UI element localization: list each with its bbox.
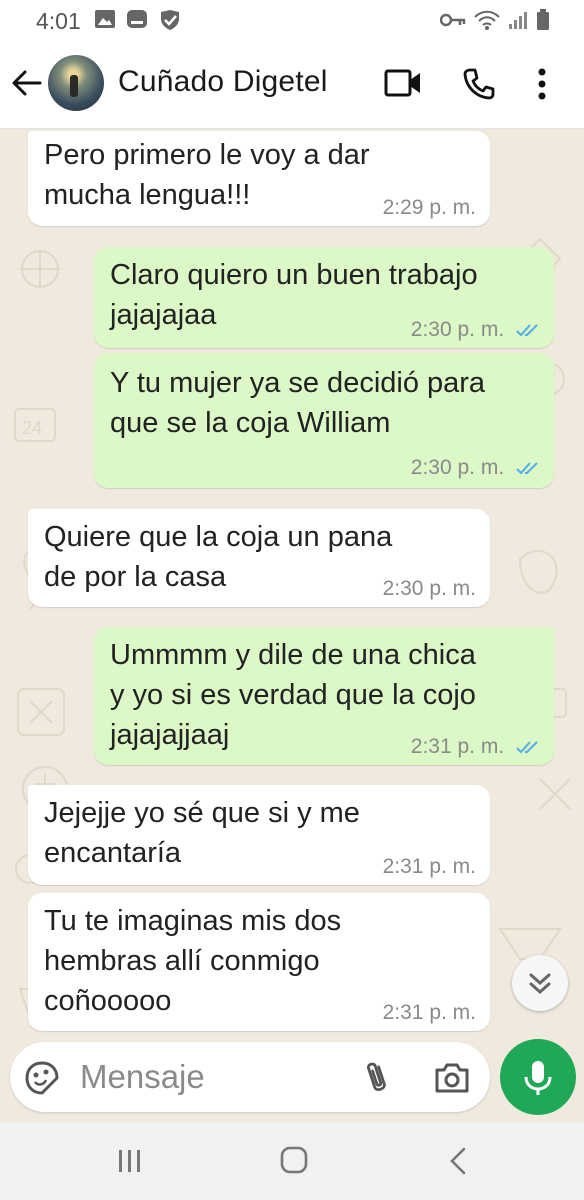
more-icon[interactable] [537,68,547,100]
message-time: 2:29 p. m. [382,196,476,219]
message-text: Quiere que la coja un pana de por la cas… [44,521,393,593]
video-call-icon[interactable] [384,68,422,98]
message-text: Jejejje yo sé que si y me encantaría [44,797,360,869]
read-ticks-icon [516,741,538,754]
message-time: 2:31 p. m. [382,855,476,878]
nav-back-icon[interactable] [446,1147,470,1175]
signal-icon [509,12,527,29]
chat-area[interactable]: 24 Pero primero le voy a dar mucha lengu… [0,129,584,1045]
system-navigation-bar [0,1122,584,1200]
message-text: Pero primero le voy a dar mucha lengua!!… [44,139,370,211]
home-icon[interactable] [280,1146,308,1174]
key-icon [440,13,466,27]
message-bubble-outgoing[interactable]: Claro quiero un buen trabajo jajajajaa 2… [94,247,554,348]
contact-name[interactable]: Cuñado Digetel [118,65,328,99]
chat-header: Cuñado Digetel [0,40,584,129]
message-bubble-incoming[interactable]: Pero primero le voy a dar mucha lengua!!… [28,131,490,226]
status-bar: 4:01 [0,0,584,40]
message-meta: 2:30 p. m. [411,456,542,480]
message-input[interactable]: Mensaje [80,1058,205,1096]
microphone-button[interactable] [500,1039,576,1115]
check-shield-icon [161,10,179,30]
status-time: 4:01 [36,8,81,34]
message-time: 2:30 p. m. [410,456,505,479]
read-ticks-icon [516,324,538,337]
attach-icon[interactable] [362,1060,392,1096]
gallery-icon [95,10,115,28]
phone-icon[interactable] [462,67,496,101]
message-text: Tu te imaginas mis dos hembras allí conm… [44,905,342,1017]
notification-icon [127,10,147,28]
read-ticks-icon [516,462,538,475]
message-time: 2:31 p. m. [410,735,505,758]
message-time: 2:31 p. m. [382,1001,476,1024]
message-bubble-incoming[interactable]: Jejejje yo sé que si y me encantaría 2:3… [28,785,490,885]
microphone-icon [524,1061,552,1095]
double-chevron-down-icon [529,973,551,995]
message-meta: 2:31 p. m. [411,735,542,759]
back-arrow-icon[interactable] [10,66,44,100]
scroll-to-bottom-button[interactable] [512,955,568,1011]
recent-apps-icon[interactable] [116,1148,144,1174]
message-text: Y tu mujer ya se decidió para que se la … [110,367,486,439]
message-time: 2:30 p. m. [410,318,505,341]
battery-icon [537,9,549,30]
message-meta: 2:30 p. m. [411,318,542,342]
message-composer[interactable]: Mensaje [10,1042,490,1112]
message-bubble-incoming[interactable]: Tu te imaginas mis dos hembras allí conm… [28,893,490,1031]
message-bubble-incoming[interactable]: Quiere que la coja un pana de por la cas… [28,509,490,607]
message-bubble-outgoing[interactable]: Ummmm y dile de una chica y yo si es ver… [94,627,554,765]
svg-text:24: 24 [22,418,42,438]
message-bubble-outgoing[interactable]: Y tu mujer ya se decidió para que se la … [94,353,554,488]
avatar[interactable] [48,55,104,111]
emoji-icon[interactable] [24,1060,60,1096]
message-time: 2:30 p. m. [382,577,476,600]
camera-icon[interactable] [434,1062,470,1094]
wifi-icon [474,10,500,30]
